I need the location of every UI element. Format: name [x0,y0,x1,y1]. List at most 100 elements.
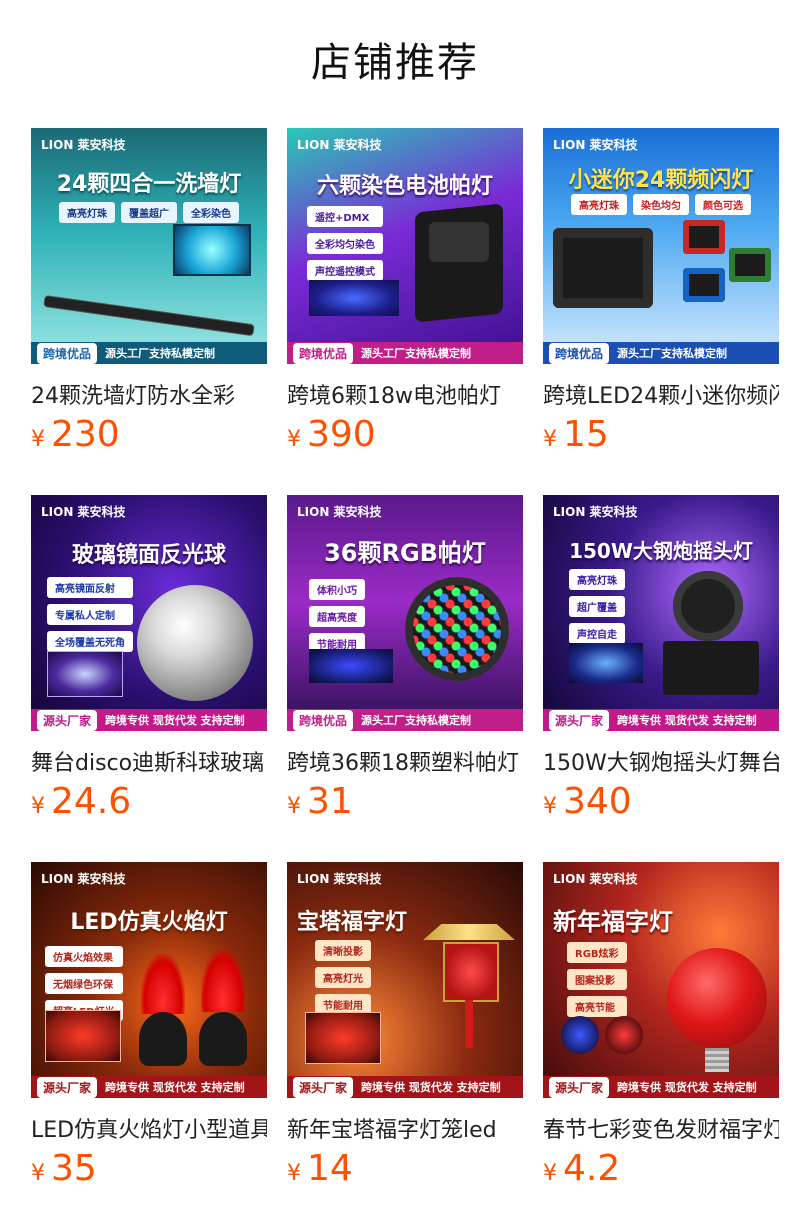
image-footer-text: 源头工厂支持私模定制 [617,347,728,360]
product-title[interactable]: LED仿真火焰灯小型道具 [31,1112,267,1142]
product-title[interactable]: 150W大钢炮摇头灯舞台 [543,745,779,775]
bulb-base [705,1048,729,1072]
product-price: ¥24.6 [31,781,267,825]
product-card[interactable]: LION 莱安科技 宝塔福字灯 清晰投影 高亮灯光 节能耐用 源头厂家 跨境专供… [287,862,523,1192]
flame-stand-right [199,1012,247,1066]
brand-logo: LION 莱安科技 [553,505,638,519]
product-price: ¥340 [543,781,779,825]
price-value: 4.2 [563,1148,621,1189]
section-title: 店铺推荐 [311,40,479,86]
product-card[interactable]: LION 莱安科技 新年福字灯 RGB炫彩 图案投影 高亮节能 源头厂家 跨境专… [543,862,779,1192]
strobe-light-red [683,220,725,254]
brand-logo: LION 莱安科技 [41,872,126,886]
product-title[interactable]: 舞台disco迪斯科球玻璃 [31,745,267,775]
product-title[interactable]: 跨境LED24颗小迷你频闪灯 [543,378,779,408]
currency-symbol: ¥ [287,1161,301,1186]
image-tag: RGB炫彩 [567,942,627,963]
moving-head-base [663,641,759,695]
image-footer-text: 跨境专供 现货代发 支持定制 [105,714,245,727]
lantern-body [443,942,499,1002]
strobe-light-main [553,228,653,308]
product-price: ¥35 [31,1148,267,1192]
image-tag: 高亮灯珠 [569,569,625,590]
image-footer-text: 源头工厂支持私模定制 [361,714,472,727]
product-price: ¥390 [287,414,523,458]
image-badge: 源头厂家 [37,1076,98,1098]
product-image[interactable]: LION 莱安科技 宝塔福字灯 清晰投影 高亮灯光 节能耐用 源头厂家 跨境专供… [287,862,523,1098]
product-card[interactable]: LION 莱安科技 24颗四合一洗墙灯 高亮灯珠 覆盖超广 全彩染色 跨境优品 … [31,128,267,458]
image-footer-bar: 跨境优品 源头工厂支持私模定制 [287,709,523,731]
product-image[interactable]: LION 莱安科技 150W大钢炮摇头灯 高亮灯珠 超广覆盖 声控自走 源头厂家… [543,495,779,731]
image-tag: 清晰投影 [315,940,371,961]
product-card[interactable]: LION 莱安科技 玻璃镜面反光球 高亮镜面反射 专属私人定制 全场覆盖无死角 … [31,495,267,825]
light-effect-inset [305,1012,381,1064]
product-card[interactable]: LION 莱安科技 150W大钢炮摇头灯 高亮灯珠 超广覆盖 声控自走 源头厂家… [543,495,779,825]
product-image[interactable]: LION 莱安科技 玻璃镜面反光球 高亮镜面反射 专属私人定制 全场覆盖无死角 … [31,495,267,731]
image-footer-bar: 源头厂家 跨境专供 现货代发 支持定制 [31,709,267,731]
image-tag: 覆盖超广 [121,202,177,223]
price-value: 230 [51,414,120,455]
brand-logo: LION 莱安科技 [297,138,382,152]
image-tag: 遥控+DMX [307,206,383,227]
product-card[interactable]: LION 莱安科技 六颗染色电池帕灯 遥控+DMX 全彩均匀染色 声控遥控模式 … [287,128,523,458]
image-footer-bar: 跨境优品 源头工厂支持私模定制 [287,342,523,364]
brand-logo: LION 莱安科技 [41,138,126,152]
image-footer-bar: 源头厂家 跨境专供 现货代发 支持定制 [543,1076,779,1098]
product-image[interactable]: LION 莱安科技 LED仿真火焰灯 仿真火焰效果 无烟绿色环保 超亮LED灯光… [31,862,267,1098]
product-image[interactable]: LION 莱安科技 新年福字灯 RGB炫彩 图案投影 高亮节能 源头厂家 跨境专… [543,862,779,1098]
image-badge: 源头厂家 [549,1076,610,1098]
product-price: ¥230 [31,414,267,458]
price-value: 35 [51,1148,97,1189]
image-tag: 声控遥控模式 [307,260,383,281]
product-price: ¥15 [543,414,779,458]
image-badge: 源头厂家 [37,709,98,731]
image-badge: 源头厂家 [549,709,610,731]
currency-symbol: ¥ [31,427,45,452]
image-tag: 颜色可选 [695,194,751,215]
image-badge: 跨境优品 [293,709,354,731]
product-image[interactable]: LION 莱安科技 小迷你24颗频闪灯 高亮灯珠 染色均匀 颜色可选 跨境优品 … [543,128,779,364]
product-image[interactable]: LION 莱安科技 24颗四合一洗墙灯 高亮灯珠 覆盖超广 全彩染色 跨境优品 … [31,128,267,364]
product-card[interactable]: LION 莱安科技 小迷你24颗频闪灯 高亮灯珠 染色均匀 颜色可选 跨境优品 … [543,128,779,458]
image-banner: LED仿真火焰灯 [70,910,228,935]
image-tag: 全彩染色 [183,202,239,223]
lantern-tassel [465,1000,473,1048]
product-image[interactable]: LION 莱安科技 六颗染色电池帕灯 遥控+DMX 全彩均匀染色 声控遥控模式 … [287,128,523,364]
disco-ball [137,585,253,701]
flame-stand-left [139,1012,187,1066]
product-title[interactable]: 24颗洗墙灯防水全彩 [31,378,267,408]
currency-symbol: ¥ [31,794,45,819]
brand-logo: LION 莱安科技 [41,505,126,519]
image-banner: 36颗RGB帕灯 [324,539,486,567]
currency-symbol: ¥ [543,794,557,819]
product-title[interactable]: 跨境36颗18颗塑料帕灯 [287,745,523,775]
brand-logo: LION 莱安科技 [553,138,638,152]
image-tag: 无烟绿色环保 [45,973,123,994]
product-title[interactable]: 春节七彩变色发财福字灯 [543,1112,779,1142]
brand-logo: LION 莱安科技 [297,505,382,519]
image-badge: 跨境优品 [549,342,610,364]
product-card[interactable]: LION 莱安科技 36颗RGB帕灯 体积小巧 超高亮度 节能耐用 跨境优品 源… [287,495,523,825]
product-card[interactable]: LION 莱安科技 LED仿真火焰灯 仿真火焰效果 无烟绿色环保 超亮LED灯光… [31,862,267,1192]
light-effect-inset [309,649,393,683]
projection-blue [561,1016,599,1054]
flame-left [141,954,185,1014]
product-image[interactable]: LION 莱安科技 36颗RGB帕灯 体积小巧 超高亮度 节能耐用 跨境优品 源… [287,495,523,731]
image-tag: 全场覆盖无死角 [47,631,133,652]
image-tag: 图案投影 [567,969,627,990]
image-banner: 150W大钢炮摇头灯 [569,539,753,563]
image-banner: 24颗四合一洗墙灯 [56,172,242,197]
image-footer-bar: 源头厂家 跨境专供 现货代发 支持定制 [287,1076,523,1098]
product-price: ¥4.2 [543,1148,779,1192]
strobe-light-blue [683,268,725,302]
image-footer-bar: 源头厂家 跨境专供 现货代发 支持定制 [543,709,779,731]
product-title[interactable]: 新年宝塔福字灯笼led [287,1112,523,1142]
flame-right [201,950,245,1012]
currency-symbol: ¥ [287,427,301,452]
image-footer-text: 跨境专供 现货代发 支持定制 [617,714,757,727]
image-banner: 小迷你24颗频闪灯 [568,168,754,193]
image-tag: 全彩均匀染色 [307,233,383,254]
image-badge: 源头厂家 [293,1076,354,1098]
product-title[interactable]: 跨境6颗18w电池帕灯 [287,378,523,408]
image-footer-text: 源头工厂支持私模定制 [105,347,216,360]
